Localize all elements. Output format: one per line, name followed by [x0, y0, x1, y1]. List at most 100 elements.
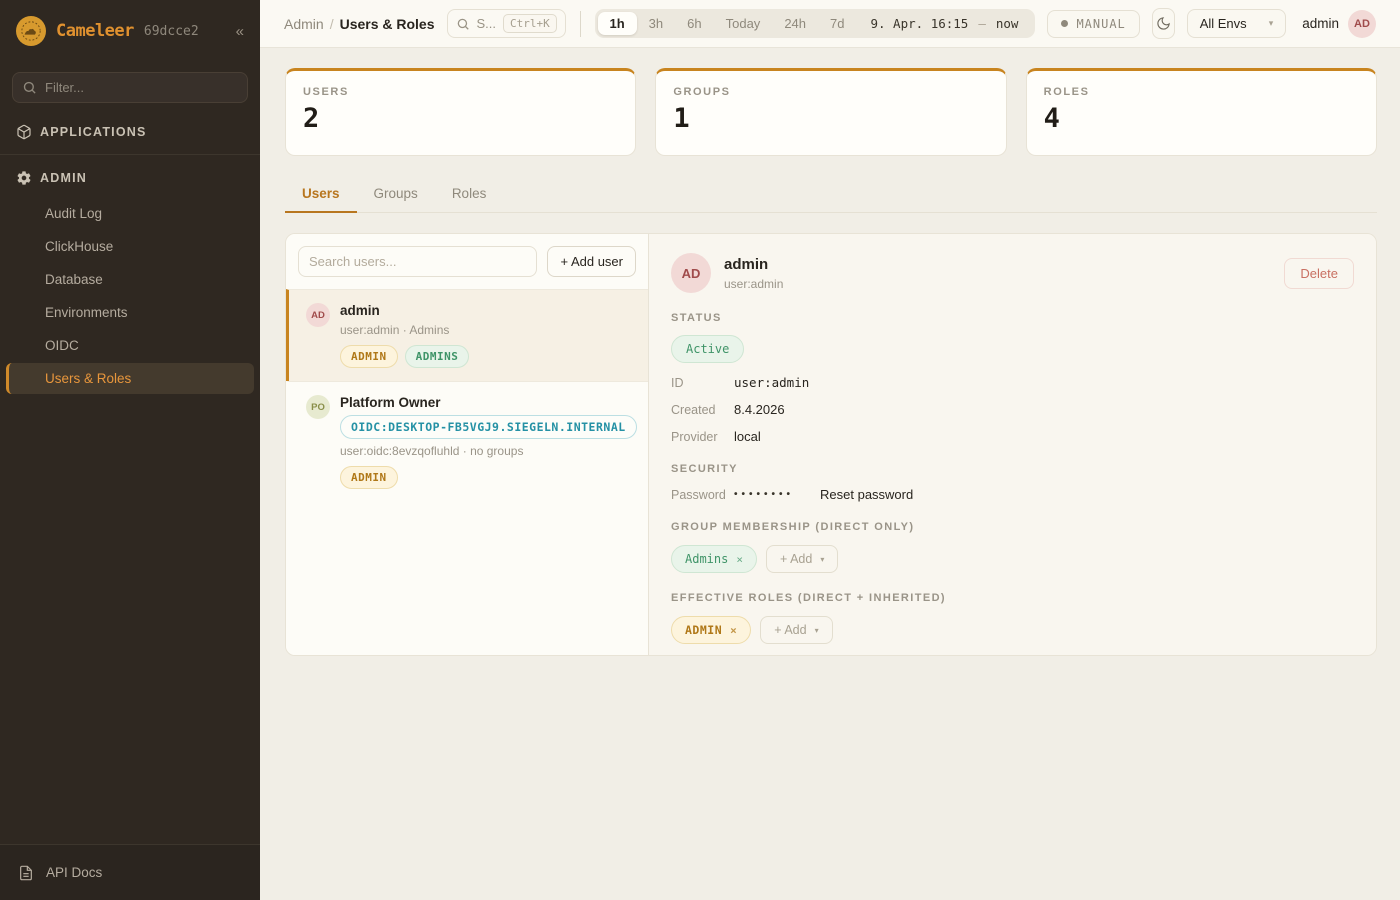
env-select[interactable]: All Envs ▾	[1187, 9, 1287, 38]
sidebar-item-oidc[interactable]: OIDC	[6, 330, 254, 361]
reset-password-link[interactable]: Reset password	[820, 487, 913, 502]
oidc-badge: OIDC:DESKTOP-FB5VGJ9.SIEGELN.INTERNAL	[340, 415, 637, 439]
sidebar-collapse-icon[interactable]: «	[236, 23, 244, 40]
role-chip-label: ADMIN	[685, 623, 722, 637]
range-24h[interactable]: 24h	[772, 12, 818, 35]
avatar: AD	[306, 303, 330, 327]
page-title: Users & Roles	[340, 16, 435, 32]
content: USERS 2 GROUPS 1 ROLES 4 Users Groups Ro…	[260, 48, 1400, 900]
user-search-input[interactable]	[298, 246, 537, 277]
field-row-id: ID user:admin	[671, 375, 1354, 390]
search-icon	[456, 17, 470, 31]
add-role-label: + Add	[774, 623, 806, 637]
group-chip-row: Admins × + Add ▾	[671, 545, 1354, 573]
user-item-body: admin user:admin · Admins ADMIN ADMINS	[340, 303, 469, 368]
range-today[interactable]: Today	[714, 12, 773, 35]
search-icon	[22, 80, 37, 95]
theme-toggle-button[interactable]	[1152, 8, 1175, 39]
detail-header: AD admin user:admin Delete	[671, 253, 1354, 293]
user-detail-panel: AD admin user:admin Delete STATUS Active…	[649, 234, 1376, 655]
status-badge: Active	[671, 335, 744, 363]
group-chip-admins: Admins ×	[671, 545, 757, 573]
breadcrumb-parent[interactable]: Admin	[284, 16, 324, 32]
group-membership-section-label: GROUP MEMBERSHIP (DIRECT ONLY)	[671, 521, 1354, 533]
stat-label: USERS	[303, 86, 618, 98]
chevron-down-icon: ▾	[820, 555, 824, 564]
gear-icon	[16, 170, 32, 186]
tab-bar: Users Groups Roles	[285, 177, 1377, 213]
avatar[interactable]: AD	[1348, 10, 1376, 38]
time-span-dash: —	[978, 16, 986, 31]
tab-users[interactable]: Users	[285, 177, 357, 213]
breadcrumb-separator: /	[330, 16, 334, 32]
range-6h[interactable]: 6h	[675, 12, 713, 35]
range-3h[interactable]: 3h	[637, 12, 675, 35]
field-value: 8.4.2026	[734, 402, 785, 417]
sidebar-item-database[interactable]: Database	[6, 264, 254, 295]
time-span[interactable]: 9. Apr. 16:15 — now	[856, 16, 1032, 31]
stat-card-users: USERS 2	[285, 68, 636, 156]
sidebar-footer[interactable]: API Docs	[0, 844, 260, 900]
package-icon	[16, 124, 32, 140]
sidebar-item-clickhouse[interactable]: ClickHouse	[6, 231, 254, 262]
user-item-meta: user:oidc:8evzqofluhld · no groups	[340, 444, 634, 458]
sidebar-section-applications[interactable]: APPLICATIONS	[0, 109, 260, 149]
user-item-body: Platform Owner OIDC:DESKTOP-FB5VGJ9.SIEG…	[340, 395, 634, 489]
range-7d[interactable]: 7d	[818, 12, 856, 35]
sidebar-item-audit-log[interactable]: Audit Log	[6, 198, 254, 229]
remove-icon[interactable]: ×	[736, 553, 743, 566]
user-item-meta: user:admin · Admins	[340, 323, 469, 337]
remove-icon[interactable]: ×	[730, 624, 737, 637]
field-value: user:admin	[734, 375, 809, 390]
user-list-item-platform-owner[interactable]: PO Platform Owner OIDC:DESKTOP-FB5VGJ9.S…	[286, 381, 648, 502]
time-span-start: 9. Apr. 16:15	[870, 16, 968, 31]
group-chip-label: Admins	[685, 552, 728, 566]
time-span-end: now	[996, 16, 1019, 31]
field-row-created: Created 8.4.2026	[671, 402, 1354, 417]
user-list-column: + Add user AD admin user:admin · Admins …	[286, 234, 649, 655]
document-icon	[18, 865, 34, 881]
topbar-user[interactable]: admin AD	[1302, 10, 1376, 38]
env-selected-value: All Envs	[1200, 16, 1247, 31]
field-label: ID	[671, 376, 734, 390]
section-label: ADMIN	[40, 171, 87, 185]
range-1h[interactable]: 1h	[598, 12, 637, 35]
detail-user-name: admin	[724, 256, 783, 273]
group-badge: ADMINS	[405, 345, 470, 368]
add-group-label: + Add	[780, 552, 812, 566]
moon-icon	[1156, 16, 1171, 31]
add-role-button[interactable]: + Add ▾	[760, 616, 832, 644]
avatar: PO	[306, 395, 330, 419]
add-user-button[interactable]: + Add user	[547, 246, 636, 277]
tab-roles[interactable]: Roles	[435, 177, 504, 213]
role-badge: ADMIN	[340, 345, 398, 368]
sidebar: Cameleer 69dcce2 « APPLICATIONS ADMIN Au…	[0, 0, 260, 900]
stats-row: USERS 2 GROUPS 1 ROLES 4	[285, 68, 1377, 156]
password-label: Password	[671, 488, 734, 502]
chevron-down-icon: ▾	[815, 626, 819, 635]
stat-label: GROUPS	[673, 86, 988, 98]
badge-row: ADMIN ADMINS	[340, 345, 469, 368]
sidebar-section-admin[interactable]: ADMIN	[0, 155, 260, 195]
password-mask: ••••••••	[734, 489, 794, 500]
status-section-label: STATUS	[671, 312, 1354, 324]
effective-roles-section-label: EFFECTIVE ROLES (DIRECT + INHERITED)	[671, 592, 1354, 604]
user-item-name: admin	[340, 303, 469, 318]
add-group-button[interactable]: + Add ▾	[766, 545, 838, 573]
sidebar-filter-input[interactable]	[12, 72, 248, 103]
delete-user-button[interactable]: Delete	[1284, 258, 1354, 289]
stat-value: 2	[303, 103, 618, 134]
sidebar-item-environments[interactable]: Environments	[6, 297, 254, 328]
user-list-item-admin[interactable]: AD admin user:admin · Admins ADMIN ADMIN…	[286, 289, 648, 381]
refresh-mode-button[interactable]: MANUAL	[1047, 10, 1139, 38]
app-root: Cameleer 69dcce2 « APPLICATIONS ADMIN Au…	[0, 0, 1400, 900]
tab-groups[interactable]: Groups	[357, 177, 435, 213]
avatar: AD	[671, 253, 711, 293]
global-search-button[interactable]: S... Ctrl+K	[447, 9, 566, 38]
sidebar-item-users-roles[interactable]: Users & Roles	[6, 363, 254, 394]
stat-card-roles: ROLES 4	[1026, 68, 1377, 156]
field-value: local	[734, 429, 761, 444]
stat-value: 4	[1044, 103, 1359, 134]
main-area: Admin / Users & Roles S... Ctrl+K 1h 3h …	[260, 0, 1400, 900]
cameleer-logo-icon	[16, 16, 46, 46]
